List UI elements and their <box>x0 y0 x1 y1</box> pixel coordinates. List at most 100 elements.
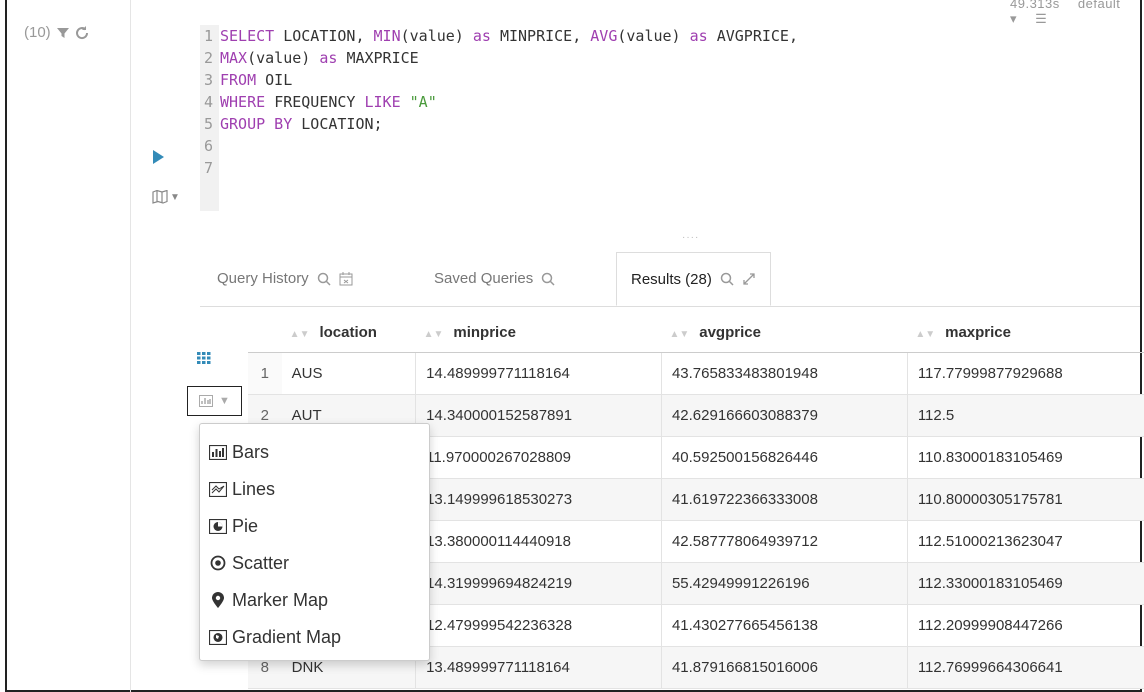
line-number: 5 <box>204 115 214 133</box>
tab-saved-queries[interactable]: Saved Queries <box>434 252 555 305</box>
code-token: "A" <box>409 93 437 111</box>
bar-chart-icon <box>209 444 227 460</box>
menu-item-scatter[interactable]: Scatter <box>208 548 289 578</box>
code-token: MAXPRICE <box>346 49 419 67</box>
code-line[interactable]: 6 <box>204 135 798 157</box>
table-cell: 55.42949991226196 <box>660 562 908 605</box>
table-cell: 112.76999664306641 <box>906 646 1144 689</box>
table-cell: 112.5 <box>906 394 1144 437</box>
refresh-icon[interactable] <box>75 25 89 40</box>
format-icon[interactable]: ☰ <box>1035 11 1047 26</box>
code-token: MINPRICE, <box>499 27 591 45</box>
search-icon[interactable] <box>317 272 331 286</box>
query-history-count: (10) <box>24 24 89 41</box>
table-cell: 41.430277665456138 <box>660 604 908 647</box>
history-count-label: (10) <box>24 24 51 41</box>
grid-view-icon[interactable] <box>197 352 211 364</box>
table-cell: 13.149999618530273 <box>415 478 662 521</box>
code-token: MAX <box>220 49 248 67</box>
run-query-button[interactable] <box>153 150 164 164</box>
map-icon <box>152 190 168 204</box>
code-line[interactable]: 4 WHERE FREQUENCY LIKE "A" <box>204 91 798 113</box>
table-row[interactable]: 1 AUS 14.489999771118164 43.765833483801948… <box>248 352 1144 395</box>
scatter-icon <box>210 555 226 571</box>
code-token: AVG <box>590 27 618 45</box>
filter-icon[interactable] <box>56 27 69 39</box>
code-line[interactable]: 2 MAX(value) as MAXPRICE <box>204 47 798 69</box>
table-cell: 110.80000305175781 <box>906 478 1144 521</box>
table-cell: 43.765833483801948 <box>660 352 908 395</box>
code-line[interactable]: 1 SELECT LOCATION, MIN(value) as MINPRICE… <box>204 25 798 47</box>
line-chart-icon <box>209 481 227 497</box>
menu-item-lines[interactable]: Lines <box>208 474 275 504</box>
line-number: 6 <box>204 137 214 155</box>
code-token: (value) <box>400 27 473 45</box>
row-number: 1 <box>248 352 282 395</box>
chevron-down-icon: ▼ <box>170 191 180 203</box>
expand-icon[interactable] <box>742 272 756 286</box>
column-header-location[interactable]: ▲▼ location <box>281 312 416 353</box>
code-token: AVGPRICE, <box>716 27 798 45</box>
search-icon[interactable] <box>541 272 555 286</box>
table-cell: 13.380000114440918 <box>415 520 662 563</box>
menu-item-marker-map[interactable]: Marker Map <box>208 585 328 615</box>
column-header-minprice[interactable]: ▲▼ minprice <box>415 312 662 353</box>
code-token: LOCATION; <box>301 115 383 133</box>
search-icon[interactable] <box>720 272 734 286</box>
line-number: 7 <box>204 159 214 177</box>
line-number: 1 <box>204 27 214 45</box>
table-cell: 40.592500156826446 <box>660 436 908 479</box>
code-line[interactable]: 5 GROUP BY LOCATION; <box>204 113 798 135</box>
bar-chart-icon <box>199 395 214 407</box>
line-number: 3 <box>204 71 214 89</box>
tab-label: Saved Queries <box>434 270 534 287</box>
pie-chart-icon <box>209 518 227 534</box>
table-cell: 14.340000152587891 <box>415 394 662 437</box>
table-cell: 42.629166603088379 <box>660 394 908 437</box>
table-cell: 112.20999908447266 <box>906 604 1144 647</box>
resize-handle[interactable]: ···· <box>682 232 699 243</box>
code-token: MIN <box>373 27 401 45</box>
table-cell: 112.51000213623047 <box>906 520 1144 563</box>
table-cell: 14.319999694824219 <box>415 562 662 605</box>
column-header-maxprice[interactable]: ▲▼ maxprice <box>907 312 1144 353</box>
table-cell: 117.77999877929688 <box>906 352 1144 395</box>
code-token: as <box>472 27 500 45</box>
globe-icon <box>209 629 227 645</box>
tab-label: Query History <box>217 270 309 287</box>
tab-query-history[interactable]: Query History <box>217 252 353 305</box>
table-cell: 13.489999771118164 <box>415 646 662 689</box>
chart-type-button[interactable]: ▼ <box>187 386 242 416</box>
column-header-avgprice[interactable]: ▲▼ avgprice <box>661 312 908 353</box>
elapsed-time: 49.313s <box>1010 0 1060 11</box>
table-cell: 42.587778064939712 <box>660 520 908 563</box>
execution-status: 49.313s default ▾ ☰ <box>1010 0 1144 27</box>
table-cell: 41.879166815016006 <box>660 646 908 689</box>
code-token: (value) <box>247 49 320 67</box>
chart-type-menu: Bars Lines Pie Scatter Marker Map Gradie… <box>199 423 430 661</box>
code-token: LOCATION, <box>283 27 374 45</box>
sql-editor[interactable]: 1 SELECT LOCATION, MIN(value) as MINPRICE… <box>200 25 1140 215</box>
tab-label: Results (28) <box>631 270 712 288</box>
table-cell: 12.479999542236328 <box>415 604 662 647</box>
table-cell: 14.489999771118164 <box>415 352 662 395</box>
code-line[interactable]: 3 FROM OIL <box>204 69 798 91</box>
calendar-icon[interactable] <box>339 271 353 286</box>
menu-item-bars[interactable]: Bars <box>208 437 269 467</box>
table-cell: 112.33000183105469 <box>906 562 1144 605</box>
table-header-row: ▲▼ location ▲▼ minprice ▲▼ avgprice ▲▼ maxpr… <box>248 312 1144 353</box>
code-token: LIKE <box>364 93 410 111</box>
line-number: 4 <box>204 93 214 111</box>
code-token: (value) <box>617 27 690 45</box>
code-token: WHERE <box>220 93 275 111</box>
code-lines[interactable]: 1 SELECT LOCATION, MIN(value) as MINPRICE… <box>204 25 798 179</box>
menu-item-gradient-map[interactable]: Gradient Map <box>208 622 341 652</box>
code-token: FREQUENCY <box>274 93 365 111</box>
code-line[interactable]: 7 <box>204 157 798 179</box>
chevron-down-icon: ▼ <box>219 395 230 407</box>
tab-results[interactable]: Results (28) <box>616 252 771 306</box>
snippet-menu-button[interactable]: ▼ <box>152 190 180 204</box>
menu-item-pie[interactable]: Pie <box>208 511 258 541</box>
table-cell: 110.83000183105469 <box>906 436 1144 479</box>
table-cell: AUS <box>281 352 416 395</box>
